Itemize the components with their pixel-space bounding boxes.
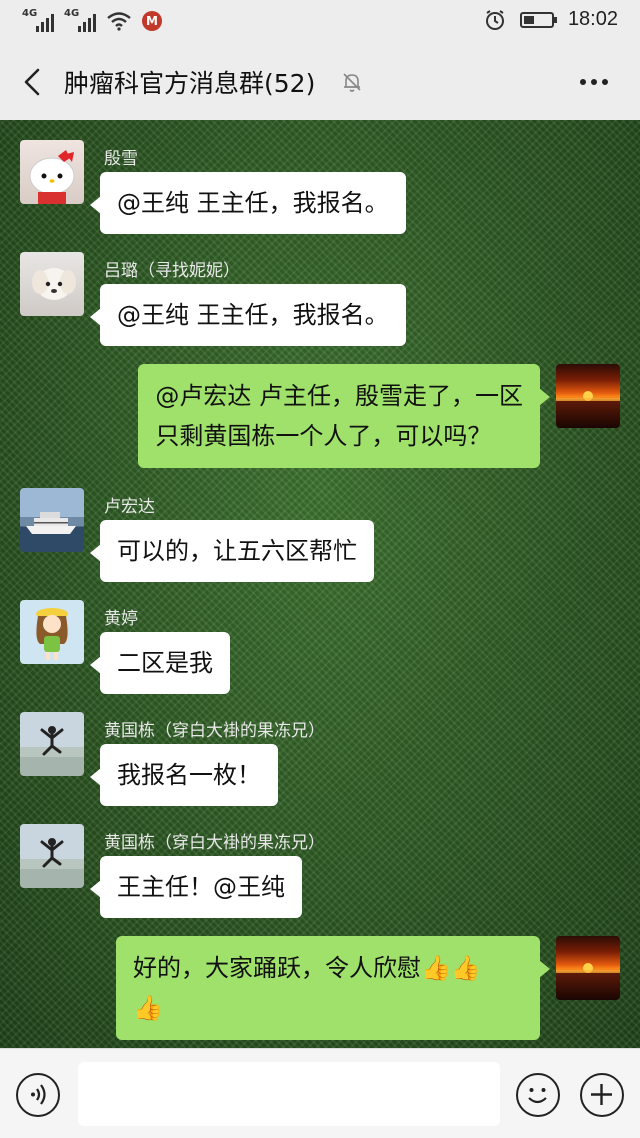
message-line: 好的，大家踊跃，令人欣慰👍👍	[133, 954, 481, 982]
status-bar: 4G 4G M 18:02	[0, 0, 640, 44]
network-type-label: 4G	[22, 8, 38, 19]
smiley-icon	[528, 1088, 547, 1104]
sender-name: 黄国栋（穿白大褂的果冻兄）	[104, 721, 325, 741]
emoji-button[interactable]	[516, 1073, 560, 1117]
sender-name: 卢宏达	[104, 497, 155, 517]
back-arrow-icon[interactable]	[18, 66, 48, 98]
message-text-input[interactable]	[78, 1062, 500, 1126]
chat-header: 肿瘤科官方消息群(52)	[0, 44, 640, 120]
message-bubble[interactable]: @王纯 王主任，我报名。	[90, 284, 406, 346]
message-bubble[interactable]: @卢宏达 卢主任，殷雪走了，一区 只剩黄国栋一个人了，可以吗？	[138, 364, 550, 468]
voice-wave-icon	[31, 1084, 46, 1105]
sender-name: 吕璐（寻找妮妮）	[104, 261, 240, 281]
status-bar-left: 4G 4G M	[22, 8, 162, 32]
jumping-man-avatar[interactable]	[20, 824, 84, 888]
alarm-icon	[485, 9, 504, 30]
clock-time: 18:02	[567, 8, 618, 30]
voice-input-button[interactable]	[16, 1073, 60, 1117]
message-line: 👍	[133, 994, 163, 1022]
sender-name: 殷雪	[104, 149, 138, 169]
hello-kitty-avatar[interactable]	[20, 140, 84, 204]
cellular-signal-icon: 4G	[22, 8, 54, 32]
status-bar-right: 18:02	[484, 8, 618, 31]
message-bubble[interactable]: 可以的，让五六区帮忙	[90, 520, 374, 582]
message-input-bar	[0, 1048, 640, 1138]
message-line: @卢宏达 卢主任，殷雪走了，一区	[155, 382, 523, 410]
chat-title: 肿瘤科官方消息群(52)	[64, 69, 316, 98]
message-line: 只剩黄国栋一个人了，可以吗？	[155, 422, 492, 450]
sunset-avatar[interactable]	[556, 364, 620, 428]
cruise-ship-avatar[interactable]	[20, 488, 84, 552]
chat-messages-area[interactable]: 殷雪 @王纯 王主任，我报名。 吕璐（寻找妮妮） @王纯 王主任，我报名。 @卢…	[0, 120, 640, 1048]
message-bubble[interactable]: @王纯 王主任，我报名。	[90, 172, 406, 234]
more-functions-button[interactable]	[580, 1073, 624, 1117]
message-bubble[interactable]: 王主任！@王纯	[90, 856, 302, 918]
message-bubble[interactable]: 我报名一枚！	[90, 744, 278, 806]
carrier-app-icon: M	[142, 11, 162, 31]
wifi-icon	[107, 12, 131, 31]
message-bubble[interactable]: 二区是我	[90, 632, 230, 694]
mute-bell-icon	[343, 73, 361, 92]
jumping-man-avatar[interactable]	[20, 712, 84, 776]
battery-icon	[519, 11, 557, 28]
cartoon-girl-avatar[interactable]	[20, 600, 84, 664]
puppy-avatar[interactable]	[20, 252, 84, 316]
network-type-label: 4G	[64, 8, 80, 19]
sunset-avatar[interactable]	[556, 936, 620, 1000]
message-bubble[interactable]: 好的，大家踊跃，令人欣慰👍👍 👍	[116, 936, 550, 1040]
sender-name: 黄国栋（穿白大褂的果冻兄）	[104, 833, 325, 853]
sender-name: 黄婷	[104, 609, 138, 629]
cellular-signal-icon: 4G	[64, 8, 96, 32]
plus-icon	[591, 1084, 612, 1105]
more-options-icon[interactable]	[578, 72, 610, 92]
